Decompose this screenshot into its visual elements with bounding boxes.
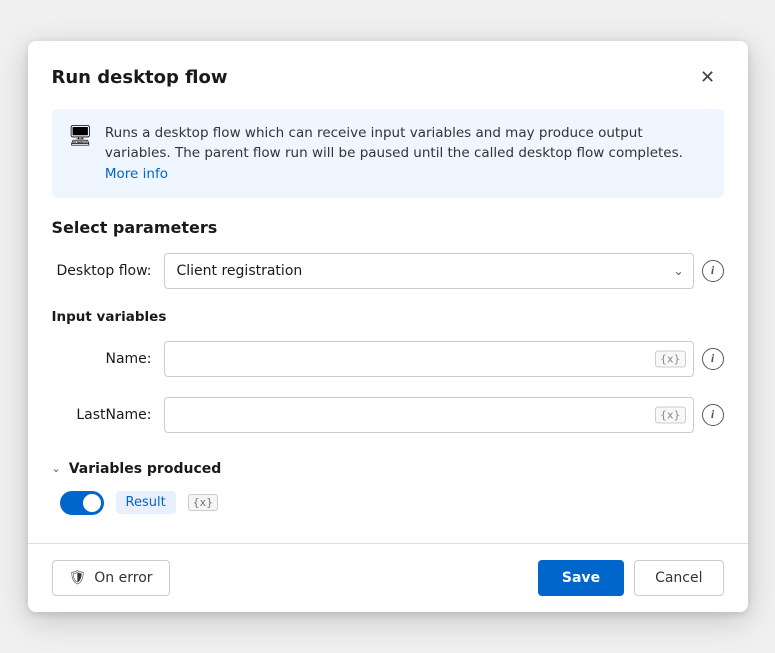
- variables-produced-title: Variables produced: [69, 461, 222, 477]
- name-form-area: Name: {x} i LastName: {x} i: [28, 341, 748, 433]
- variables-produced-section: ⌄ Variables produced Result {x}: [28, 453, 748, 531]
- shield-icon: 🛡: [69, 570, 87, 586]
- select-parameters-title: Select parameters: [28, 218, 748, 253]
- lastname-info-icon[interactable]: i: [702, 404, 724, 426]
- lastname-x-icon[interactable]: {x}: [655, 406, 686, 423]
- info-banner-text: Runs a desktop flow which can receive in…: [105, 123, 708, 184]
- variables-produced-row: Result {x}: [52, 491, 724, 515]
- name-input[interactable]: [164, 341, 694, 377]
- dialog-header: Run desktop flow ✕: [28, 41, 748, 109]
- desktop-flow-row: Desktop flow: Client registration ⌄ i: [52, 253, 724, 289]
- dialog-footer: 🛡 On error Save Cancel: [28, 543, 748, 612]
- lastname-input[interactable]: [164, 397, 694, 433]
- monitor-icon: 🖥: [68, 123, 93, 147]
- name-input-wrap: {x}: [164, 341, 694, 377]
- save-button[interactable]: Save: [538, 560, 624, 596]
- variables-produced-header: ⌄ Variables produced: [52, 461, 724, 477]
- dialog-title: Run desktop flow: [52, 67, 228, 88]
- variables-toggle[interactable]: [60, 491, 104, 515]
- more-info-link[interactable]: More info: [105, 166, 168, 182]
- desktop-flow-control: Client registration ⌄ i: [164, 253, 724, 289]
- variables-chevron-icon[interactable]: ⌄: [52, 462, 61, 475]
- lastname-control: {x} i: [164, 397, 724, 433]
- desktop-flow-info-icon[interactable]: i: [702, 260, 724, 282]
- name-info-icon[interactable]: i: [702, 348, 724, 370]
- name-label: Name:: [52, 351, 152, 367]
- lastname-input-wrap: {x}: [164, 397, 694, 433]
- result-badge: Result: [116, 491, 176, 514]
- input-variables-title: Input variables: [28, 309, 748, 341]
- footer-right: Save Cancel: [538, 560, 724, 596]
- run-desktop-flow-dialog: Run desktop flow ✕ 🖥 Runs a desktop flow…: [28, 41, 748, 612]
- cancel-button[interactable]: Cancel: [634, 560, 723, 596]
- lastname-row: LastName: {x} i: [52, 397, 724, 433]
- desktop-flow-label: Desktop flow:: [52, 263, 152, 279]
- desktop-flow-select[interactable]: Client registration: [164, 253, 694, 289]
- desktop-flow-form-area: Desktop flow: Client registration ⌄ i: [28, 253, 748, 289]
- close-button[interactable]: ✕: [692, 61, 724, 93]
- on-error-button[interactable]: 🛡 On error: [52, 560, 170, 596]
- info-banner: 🖥 Runs a desktop flow which can receive …: [52, 109, 724, 198]
- name-x-icon[interactable]: {x}: [655, 350, 686, 367]
- on-error-label: On error: [94, 570, 152, 586]
- desktop-flow-select-wrapper[interactable]: Client registration ⌄: [164, 253, 694, 289]
- lastname-label: LastName:: [52, 407, 152, 423]
- name-control: {x} i: [164, 341, 724, 377]
- name-row: Name: {x} i: [52, 341, 724, 377]
- result-x-icon[interactable]: {x}: [188, 494, 219, 511]
